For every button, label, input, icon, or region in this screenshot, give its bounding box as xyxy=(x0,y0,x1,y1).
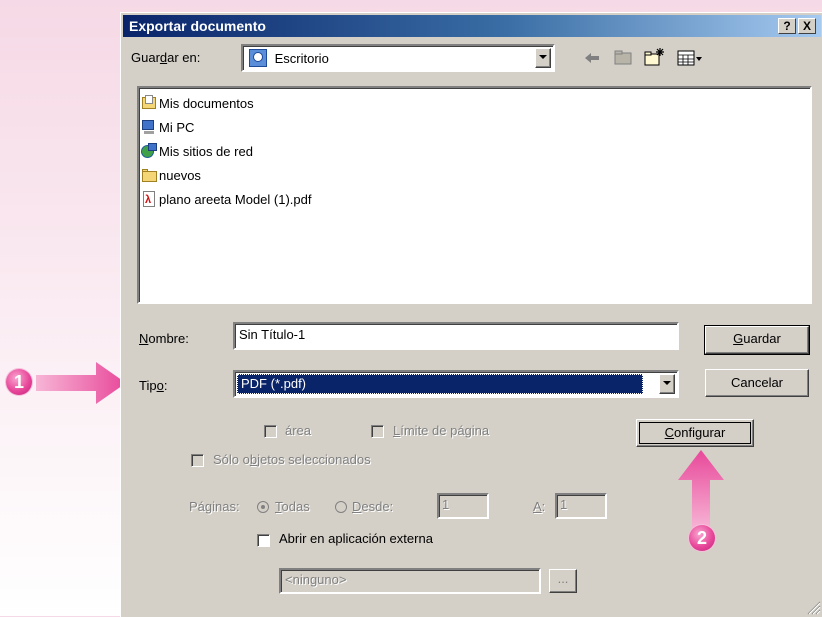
cancel-button[interactable]: Cancelar xyxy=(705,369,809,397)
save-button[interactable]: Guardar xyxy=(704,325,810,355)
list-item[interactable]: Mis sitios de red xyxy=(141,140,253,162)
arrow-up-icon xyxy=(678,450,724,530)
to-page-label: A: xyxy=(533,499,546,514)
from-page-input[interactable]: 1 xyxy=(437,493,489,519)
type-dropdown[interactable]: PDF (*.pdf) xyxy=(233,370,679,398)
file-list[interactable]: Mis documentos Mi PC Mis sitios de red n… xyxy=(137,86,812,304)
name-input-value: Sin Título-1 xyxy=(239,327,306,342)
to-page-input[interactable]: 1 xyxy=(555,493,607,519)
external-app-dropdown[interactable]: <ninguno> xyxy=(279,568,541,594)
open-external-label: Abrir en aplicación externa xyxy=(279,531,433,546)
list-item[interactable]: nuevos xyxy=(141,164,201,186)
type-selected: PDF (*.pdf) xyxy=(237,374,643,394)
save-in-label: Guardar en: xyxy=(131,50,201,65)
file-name: plano areeta Model (1).pdf xyxy=(159,191,312,207)
dialog-title: Exportar documento xyxy=(129,18,266,34)
selected-only-checkbox[interactable] xyxy=(191,454,204,467)
browse-button[interactable]: ... xyxy=(549,569,577,593)
my-documents-icon xyxy=(141,95,157,111)
area-checkbox[interactable] xyxy=(264,425,277,438)
list-item[interactable]: λ plano areeta Model (1).pdf xyxy=(141,188,311,210)
my-computer-icon xyxy=(141,119,157,135)
up-folder-icon[interactable] xyxy=(613,48,633,66)
list-item[interactable]: Mis documentos xyxy=(141,92,254,114)
back-icon[interactable] xyxy=(583,50,601,66)
chevron-down-icon[interactable] xyxy=(659,374,675,394)
new-folder-icon[interactable] xyxy=(643,47,665,67)
pdf-file-icon: λ xyxy=(141,191,157,207)
from-page-label: Desde: xyxy=(352,499,394,514)
step-1-badge: 1 xyxy=(6,369,32,395)
view-menu-icon[interactable] xyxy=(677,49,703,67)
configure-button[interactable]: Configurar xyxy=(636,419,754,447)
to-page-value: 1 xyxy=(560,497,568,512)
network-places-icon xyxy=(141,143,157,159)
all-pages-radio[interactable] xyxy=(257,501,269,513)
title-bar: Exportar documento ? X xyxy=(123,15,821,37)
list-item[interactable]: Mi PC xyxy=(141,116,194,138)
area-label: área xyxy=(285,423,312,438)
save-in-value: Escritorio xyxy=(274,50,329,66)
page-limit-checkbox[interactable] xyxy=(371,425,384,438)
name-label: Nombre: xyxy=(139,331,189,346)
step-2-badge: 2 xyxy=(689,525,715,551)
file-name: Mis sitios de red xyxy=(159,143,253,159)
file-name: nuevos xyxy=(159,167,201,183)
name-input[interactable]: Sin Título-1 xyxy=(233,322,679,350)
all-pages-label: Todas xyxy=(275,499,310,514)
close-button[interactable]: X xyxy=(798,18,816,34)
type-label: Tipo: xyxy=(139,378,168,393)
arrow-right-icon xyxy=(36,362,126,404)
resize-grip-icon[interactable] xyxy=(805,599,821,615)
folder-icon xyxy=(141,167,157,183)
desktop-icon xyxy=(249,49,267,67)
pages-label: Páginas: xyxy=(189,499,240,514)
file-name: Mi PC xyxy=(159,119,195,135)
file-name: Mis documentos xyxy=(159,95,254,111)
from-page-radio[interactable] xyxy=(335,501,347,513)
selected-only-label: Sólo objetos seleccionados xyxy=(213,452,371,467)
chevron-down-icon[interactable] xyxy=(535,48,551,68)
save-in-dropdown[interactable]: Escritorio xyxy=(241,44,555,72)
external-app-value: <ninguno> xyxy=(285,572,347,587)
from-page-value: 1 xyxy=(442,497,450,512)
help-button[interactable]: ? xyxy=(778,18,796,34)
page-limit-label: Límite de página xyxy=(393,423,490,438)
open-external-checkbox[interactable] xyxy=(257,534,270,547)
